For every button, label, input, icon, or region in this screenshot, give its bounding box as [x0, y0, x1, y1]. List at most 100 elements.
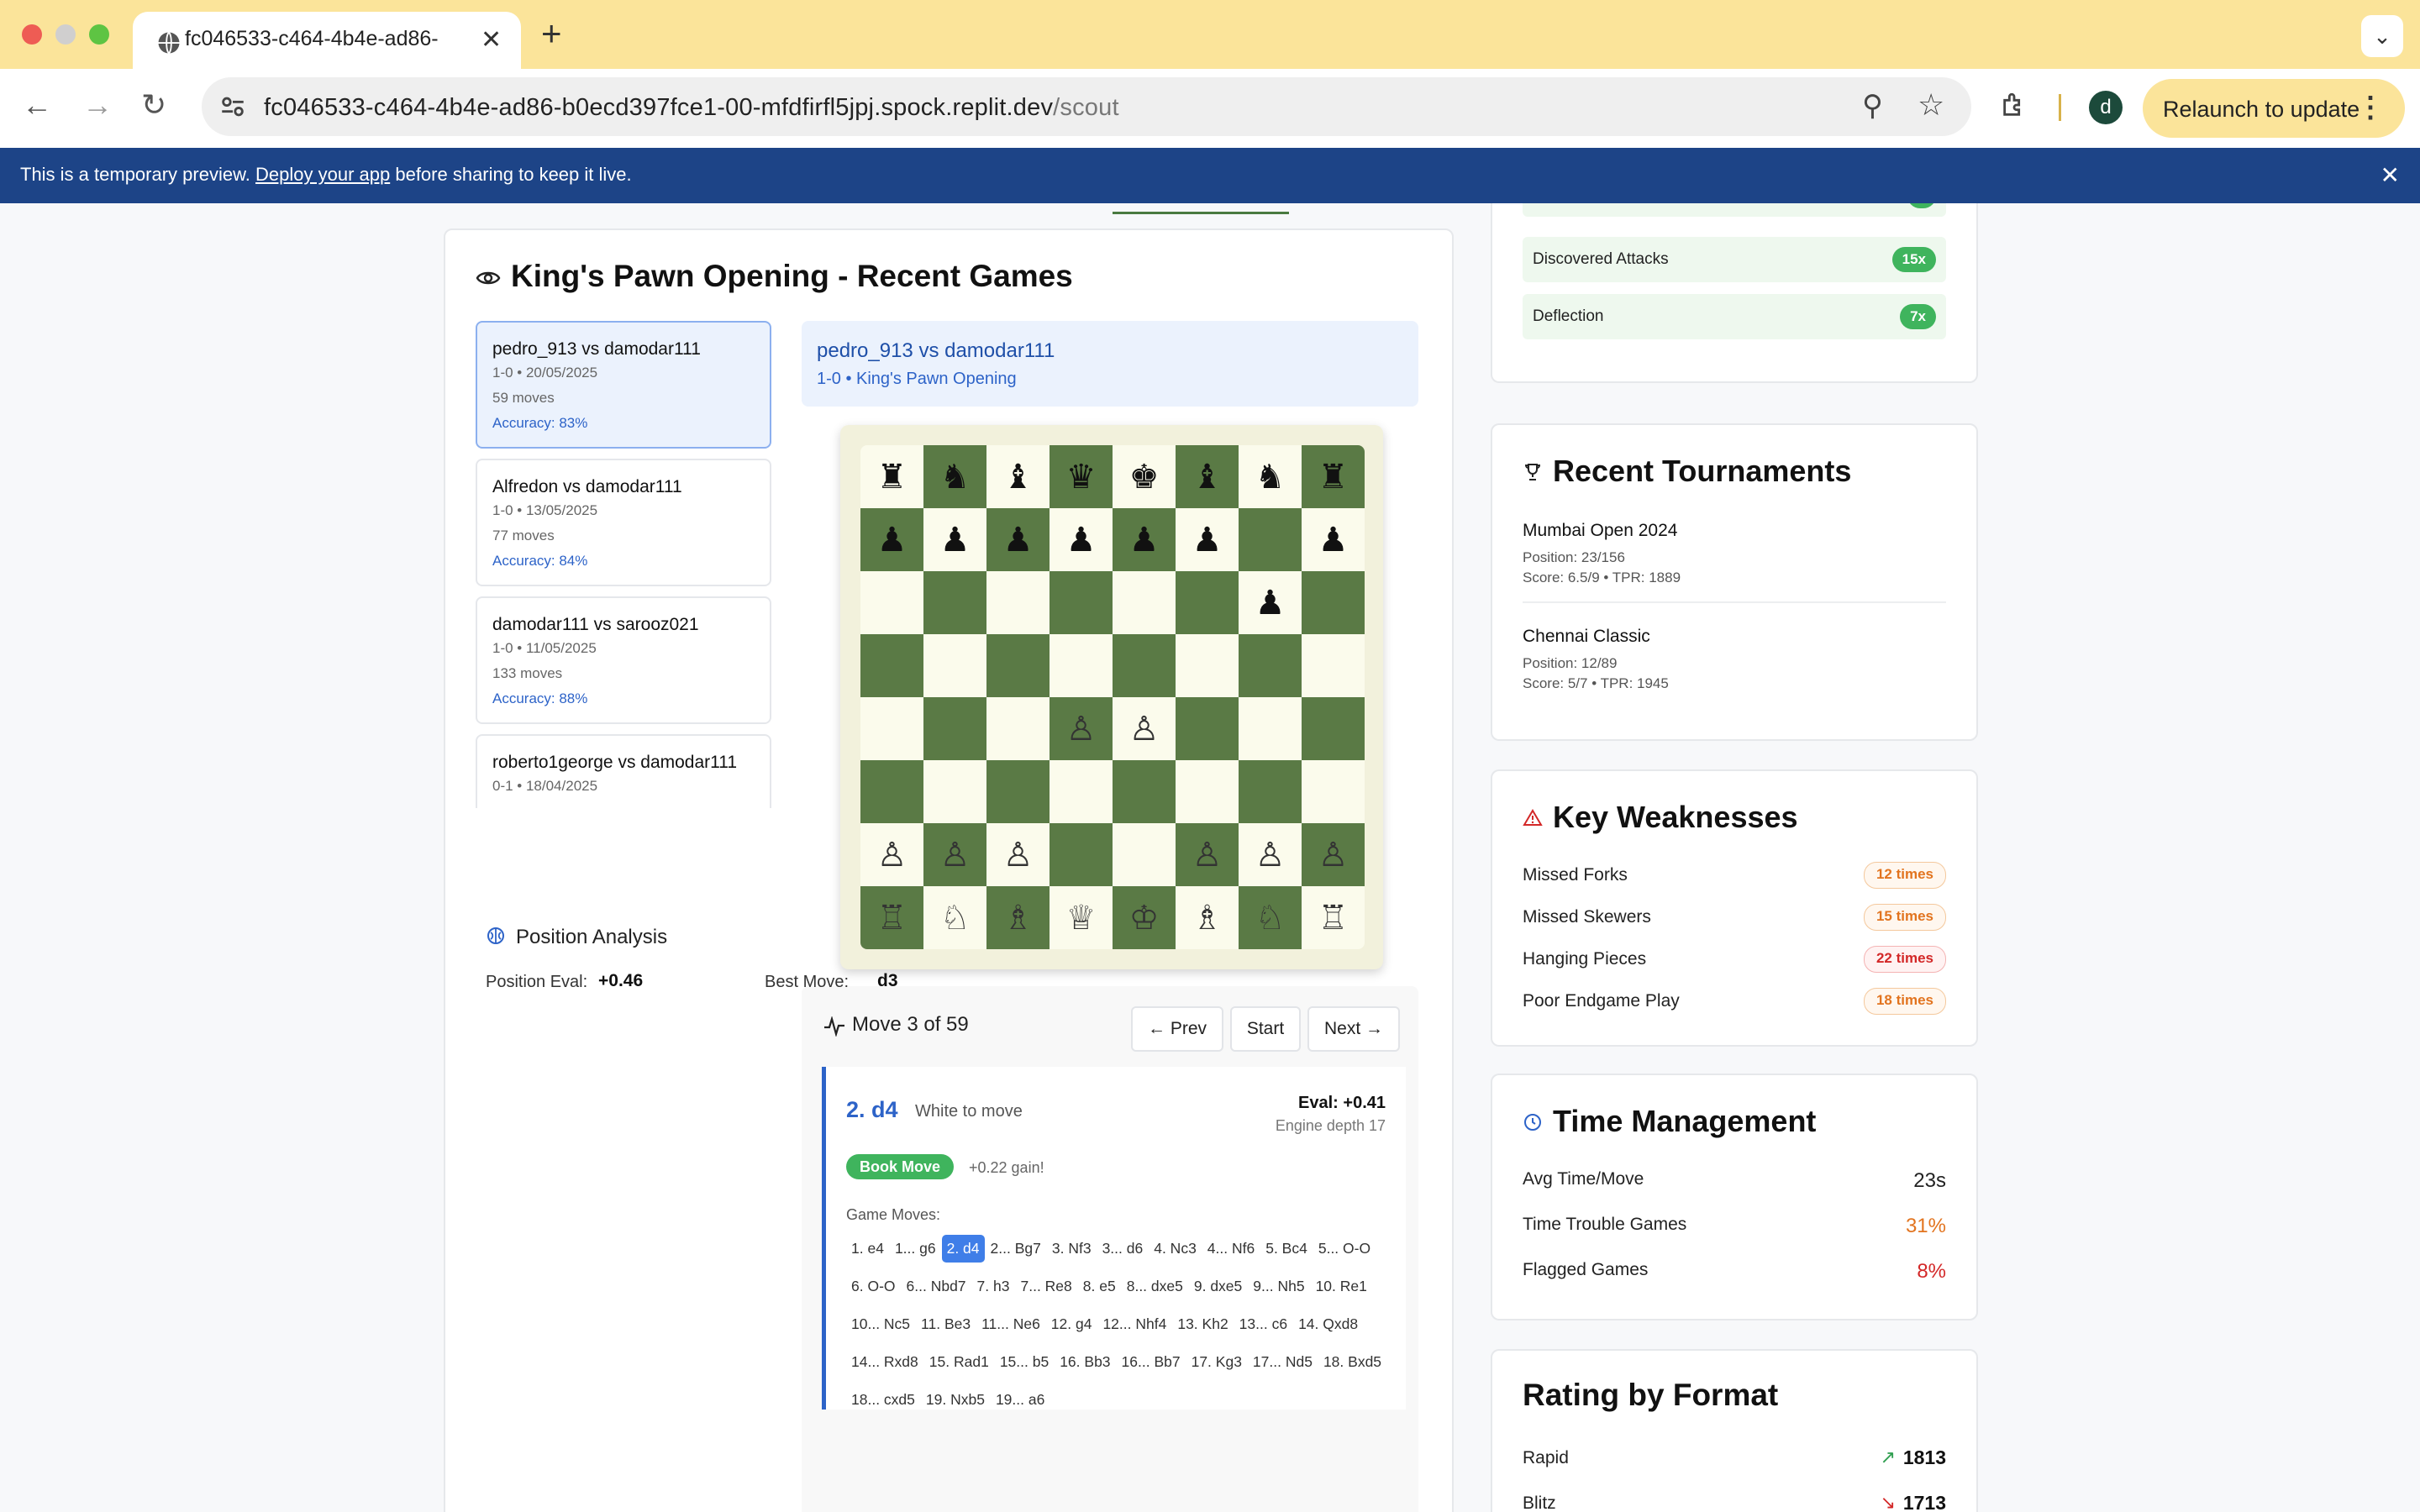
- game-item[interactable]: Alfredon vs damodar111 1-0 • 13/05/2025 …: [476, 459, 771, 586]
- relaunch-button[interactable]: Relaunch to update ⋮: [2143, 79, 2405, 138]
- square-b1[interactable]: ♘: [923, 886, 986, 949]
- black-king-piece[interactable]: ♚: [1129, 458, 1160, 496]
- square-f5[interactable]: [1176, 634, 1239, 697]
- move-chip[interactable]: 19. Nxb5: [921, 1386, 990, 1414]
- white-pawn-piece[interactable]: ♙: [940, 836, 971, 874]
- game-item[interactable]: damodar111 vs sarooz021 1-0 • 11/05/2025…: [476, 596, 771, 724]
- move-chip[interactable]: 14... Rxd8: [846, 1348, 923, 1376]
- prev-button[interactable]: ← Prev: [1131, 1006, 1223, 1052]
- square-g2[interactable]: ♙: [1239, 823, 1302, 886]
- white-pawn-piece[interactable]: ♙: [1129, 710, 1160, 748]
- white-pawn-piece[interactable]: ♙: [1255, 836, 1286, 874]
- move-chip[interactable]: 19... a6: [991, 1386, 1050, 1414]
- white-rook-piece[interactable]: ♖: [877, 899, 908, 937]
- square-a7[interactable]: ♟: [860, 508, 923, 571]
- black-queen-piece[interactable]: ♛: [1066, 458, 1097, 496]
- black-knight-piece[interactable]: ♞: [1255, 458, 1286, 496]
- back-icon[interactable]: ←: [22, 87, 52, 123]
- square-c1[interactable]: ♗: [986, 886, 1050, 949]
- bookmark-star-icon[interactable]: ☆: [1918, 87, 1944, 123]
- square-f8[interactable]: ♝: [1176, 445, 1239, 508]
- square-c6[interactable]: [986, 571, 1050, 634]
- square-c5[interactable]: [986, 634, 1050, 697]
- move-chip[interactable]: 12. g4: [1046, 1310, 1097, 1338]
- move-chip[interactable]: 16... Bb7: [1117, 1348, 1186, 1376]
- white-knight-piece[interactable]: ♘: [940, 899, 971, 937]
- move-chip[interactable]: 3... d6: [1097, 1235, 1149, 1263]
- move-chip[interactable]: 1. e4: [846, 1235, 889, 1263]
- square-f1[interactable]: ♗: [1176, 886, 1239, 949]
- move-chip[interactable]: 17. Kg3: [1186, 1348, 1247, 1376]
- square-e8[interactable]: ♚: [1113, 445, 1176, 508]
- square-c2[interactable]: ♙: [986, 823, 1050, 886]
- black-bishop-piece[interactable]: ♝: [1003, 458, 1034, 496]
- black-pawn-piece[interactable]: ♟: [1318, 521, 1349, 559]
- square-h6[interactable]: [1302, 571, 1365, 634]
- square-f3[interactable]: [1176, 760, 1239, 823]
- game-item[interactable]: roberto1george vs damodar111 0-1 • 18/04…: [476, 734, 771, 808]
- move-chip[interactable]: 2. d4: [941, 1235, 985, 1263]
- black-pawn-piece[interactable]: ♟: [1066, 521, 1097, 559]
- white-rook-piece[interactable]: ♖: [1318, 899, 1349, 937]
- black-bishop-piece[interactable]: ♝: [1192, 458, 1223, 496]
- square-b7[interactable]: ♟: [923, 508, 986, 571]
- black-rook-piece[interactable]: ♜: [877, 458, 908, 496]
- square-g4[interactable]: [1239, 697, 1302, 760]
- black-pawn-piece[interactable]: ♟: [1129, 521, 1160, 559]
- close-window-button[interactable]: [22, 24, 42, 45]
- square-d4[interactable]: ♙: [1050, 697, 1113, 760]
- black-knight-piece[interactable]: ♞: [940, 458, 971, 496]
- square-f2[interactable]: ♙: [1176, 823, 1239, 886]
- square-c4[interactable]: [986, 697, 1050, 760]
- square-d8[interactable]: ♛: [1050, 445, 1113, 508]
- square-a4[interactable]: [860, 697, 923, 760]
- square-h8[interactable]: ♜: [1302, 445, 1365, 508]
- move-chip[interactable]: 2... Bg7: [986, 1235, 1046, 1263]
- white-bishop-piece[interactable]: ♗: [1003, 899, 1034, 937]
- move-chip[interactable]: 5. Bc4: [1260, 1235, 1313, 1263]
- next-button[interactable]: Next →: [1307, 1006, 1400, 1052]
- white-pawn-piece[interactable]: ♙: [877, 836, 908, 874]
- move-chip[interactable]: 5... O-O: [1313, 1235, 1376, 1263]
- square-e5[interactable]: [1113, 634, 1176, 697]
- square-e3[interactable]: [1113, 760, 1176, 823]
- square-e2[interactable]: [1113, 823, 1176, 886]
- square-b5[interactable]: [923, 634, 986, 697]
- move-chip[interactable]: 7. h3: [972, 1273, 1015, 1300]
- square-c8[interactable]: ♝: [986, 445, 1050, 508]
- move-chip[interactable]: 12... Nhf4: [1097, 1310, 1171, 1338]
- square-b3[interactable]: [923, 760, 986, 823]
- move-chip[interactable]: 14. Qxd8: [1293, 1310, 1363, 1338]
- move-chip[interactable]: 1... g6: [890, 1235, 941, 1263]
- move-chip[interactable]: 11. Be3: [916, 1310, 976, 1338]
- square-e1[interactable]: ♔: [1113, 886, 1176, 949]
- start-button[interactable]: Start: [1230, 1006, 1301, 1052]
- square-g3[interactable]: [1239, 760, 1302, 823]
- move-chip[interactable]: 18. Bxd5: [1318, 1348, 1386, 1376]
- move-chip[interactable]: 10... Nc5: [846, 1310, 915, 1338]
- move-chip[interactable]: 15... b5: [995, 1348, 1054, 1376]
- move-chip[interactable]: 18... cxd5: [846, 1386, 920, 1414]
- square-e4[interactable]: ♙: [1113, 697, 1176, 760]
- white-pawn-piece[interactable]: ♙: [1192, 836, 1223, 874]
- move-chip[interactable]: 6... Nbd7: [902, 1273, 971, 1300]
- move-chip[interactable]: 4... Nf6: [1202, 1235, 1260, 1263]
- move-chip[interactable]: 11... Ne6: [976, 1310, 1045, 1338]
- move-chip[interactable]: 9. dxe5: [1189, 1273, 1247, 1300]
- maximize-window-button[interactable]: [89, 24, 109, 45]
- black-pawn-piece[interactable]: ♟: [1255, 584, 1286, 622]
- square-a5[interactable]: [860, 634, 923, 697]
- game-item[interactable]: pedro_913 vs damodar111 1-0 • 20/05/2025…: [476, 321, 771, 449]
- white-queen-piece[interactable]: ♕: [1066, 899, 1097, 937]
- new-tab-icon[interactable]: +: [541, 13, 562, 54]
- black-pawn-piece[interactable]: ♟: [1003, 521, 1034, 559]
- white-king-piece[interactable]: ♔: [1129, 899, 1160, 937]
- square-g1[interactable]: ♘: [1239, 886, 1302, 949]
- square-a2[interactable]: ♙: [860, 823, 923, 886]
- square-d2[interactable]: [1050, 823, 1113, 886]
- black-rook-piece[interactable]: ♜: [1318, 458, 1349, 496]
- move-chip[interactable]: 16. Bb3: [1055, 1348, 1115, 1376]
- square-f7[interactable]: ♟: [1176, 508, 1239, 571]
- square-h4[interactable]: [1302, 697, 1365, 760]
- forward-icon[interactable]: →: [82, 87, 113, 123]
